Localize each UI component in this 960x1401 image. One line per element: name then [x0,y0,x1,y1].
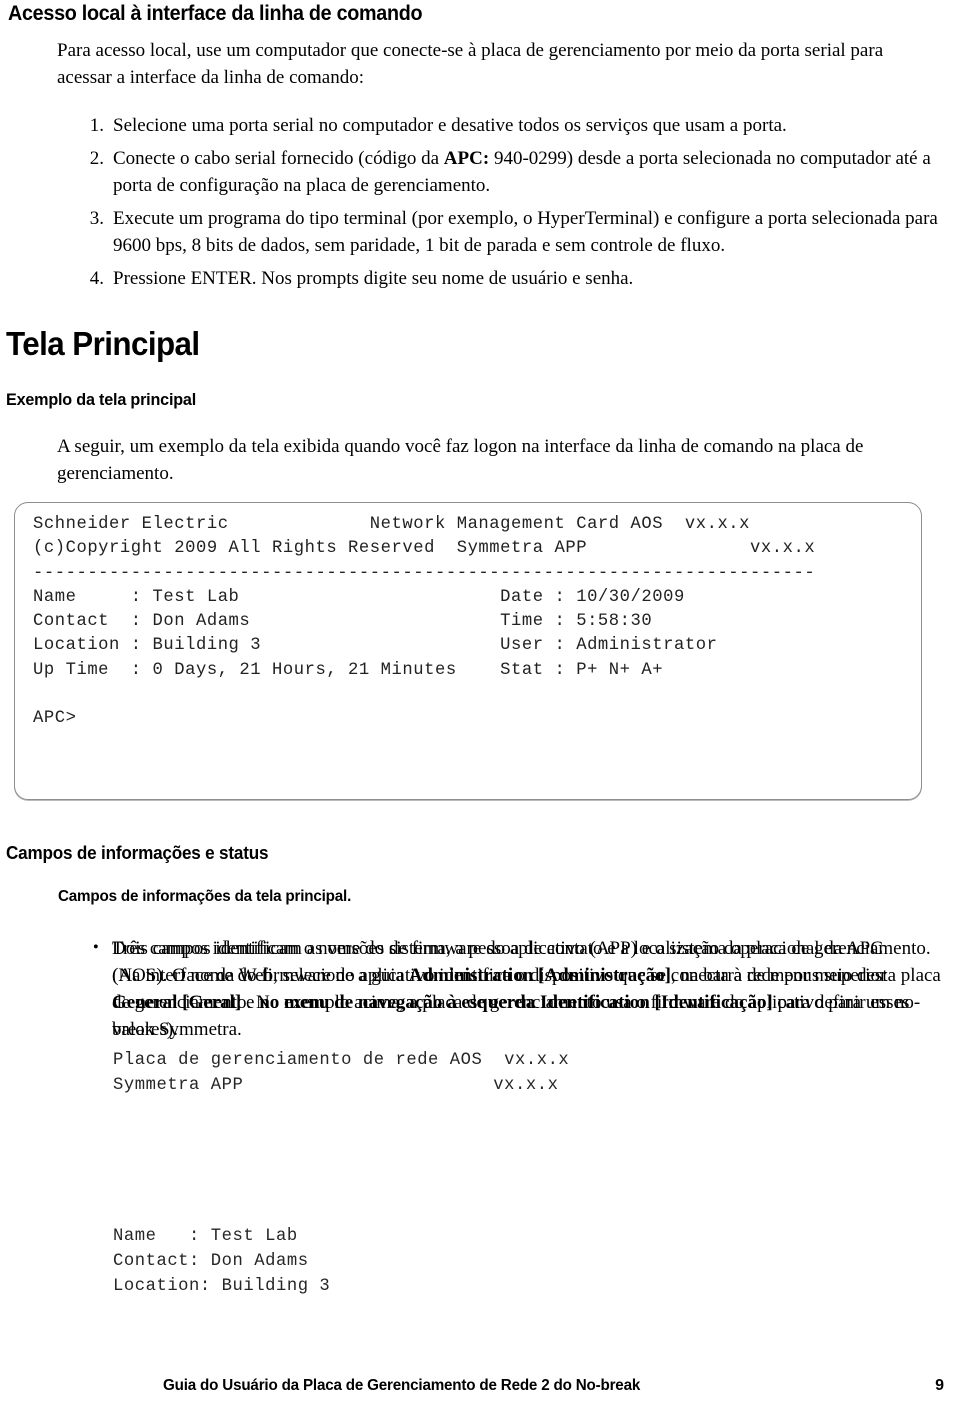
main-screen-intro: A seguir, um exemplo da tela exibida qua… [57,436,864,484]
bullet-dot-icon: • [93,939,99,956]
bullet-text-p3: e [241,992,260,1013]
bullet-text-b1: Administration [Administração] [408,965,672,986]
step-item-1: 1. Selecione uma porta serial no computad… [0,112,941,139]
status-fields-subheading: Campos de informações da tela principal. [58,888,352,905]
step-text: Execute um programa do tipo terminal (po… [113,208,938,256]
step-text-pre: Conecte o cabo serial fornecido (código … [113,148,444,169]
step-text: Selecione uma porta serial no computador… [113,115,787,136]
step-item-2: 2. Conecte o cabo serial fornecido (códig… [0,145,941,199]
intro-paragraph: Para acesso local, use um computador que… [57,40,884,88]
footer-title: Guia do Usuário da Placa de Gerenciament… [163,1377,641,1394]
status-fields-heading: Campos de informações e status [6,843,269,863]
step-item-3: 3. Execute um programa do tipo terminal (… [0,205,941,259]
terminal-example-box: Schneider Electric Network Management Ca… [14,502,922,800]
step-item-4: 4. Pressione ENTER. Nos prompts digite se… [0,265,941,292]
step-text-pre: Pressione [113,268,191,289]
bullet-text-b3: no menu de navegação à esquerda Identifi… [259,992,773,1013]
step-text-post: . Nos prompts digite seu nome de usuário… [251,268,634,289]
main-screen-subtitle: Exemplo da tela principal [6,390,197,409]
step-number: 4. [89,268,104,289]
list-item: • Três campos identificam o nome do siste… [0,935,942,1043]
main-screen-title: Tela Principal [6,325,200,362]
page-title: Acesso local à interface da linha de com… [8,2,423,25]
step-number: 2. [89,148,104,169]
enter-key-label: ENTER [190,268,252,289]
bullet-text-b2: General [Geral] [112,992,242,1013]
identification-code-block: Name : Test Lab Contact: Don Adams Locat… [113,1227,331,1296]
step-number: 3. [89,208,104,229]
terminal-output: Schneider Electric Network Management Ca… [33,515,816,729]
firmware-code-block: Placa de gerenciamento de rede AOS vx.x.… [113,1051,570,1095]
steps-list: 1. Selecione uma porta serial no computad… [0,112,960,298]
bullet-text-p2: , na barra de menus superior [671,965,887,986]
step-text-bold: APC: [443,148,490,169]
page-footer: Guia do Usuário da Placa de Gerenciament… [0,1377,960,1401]
bullet-list-2: • Três campos identificam o nome do siste… [0,935,960,1043]
document-page: Acesso local à interface da linha de com… [0,0,960,1401]
step-number: 1. [89,115,104,136]
footer-page-number: 9 [935,1377,944,1394]
